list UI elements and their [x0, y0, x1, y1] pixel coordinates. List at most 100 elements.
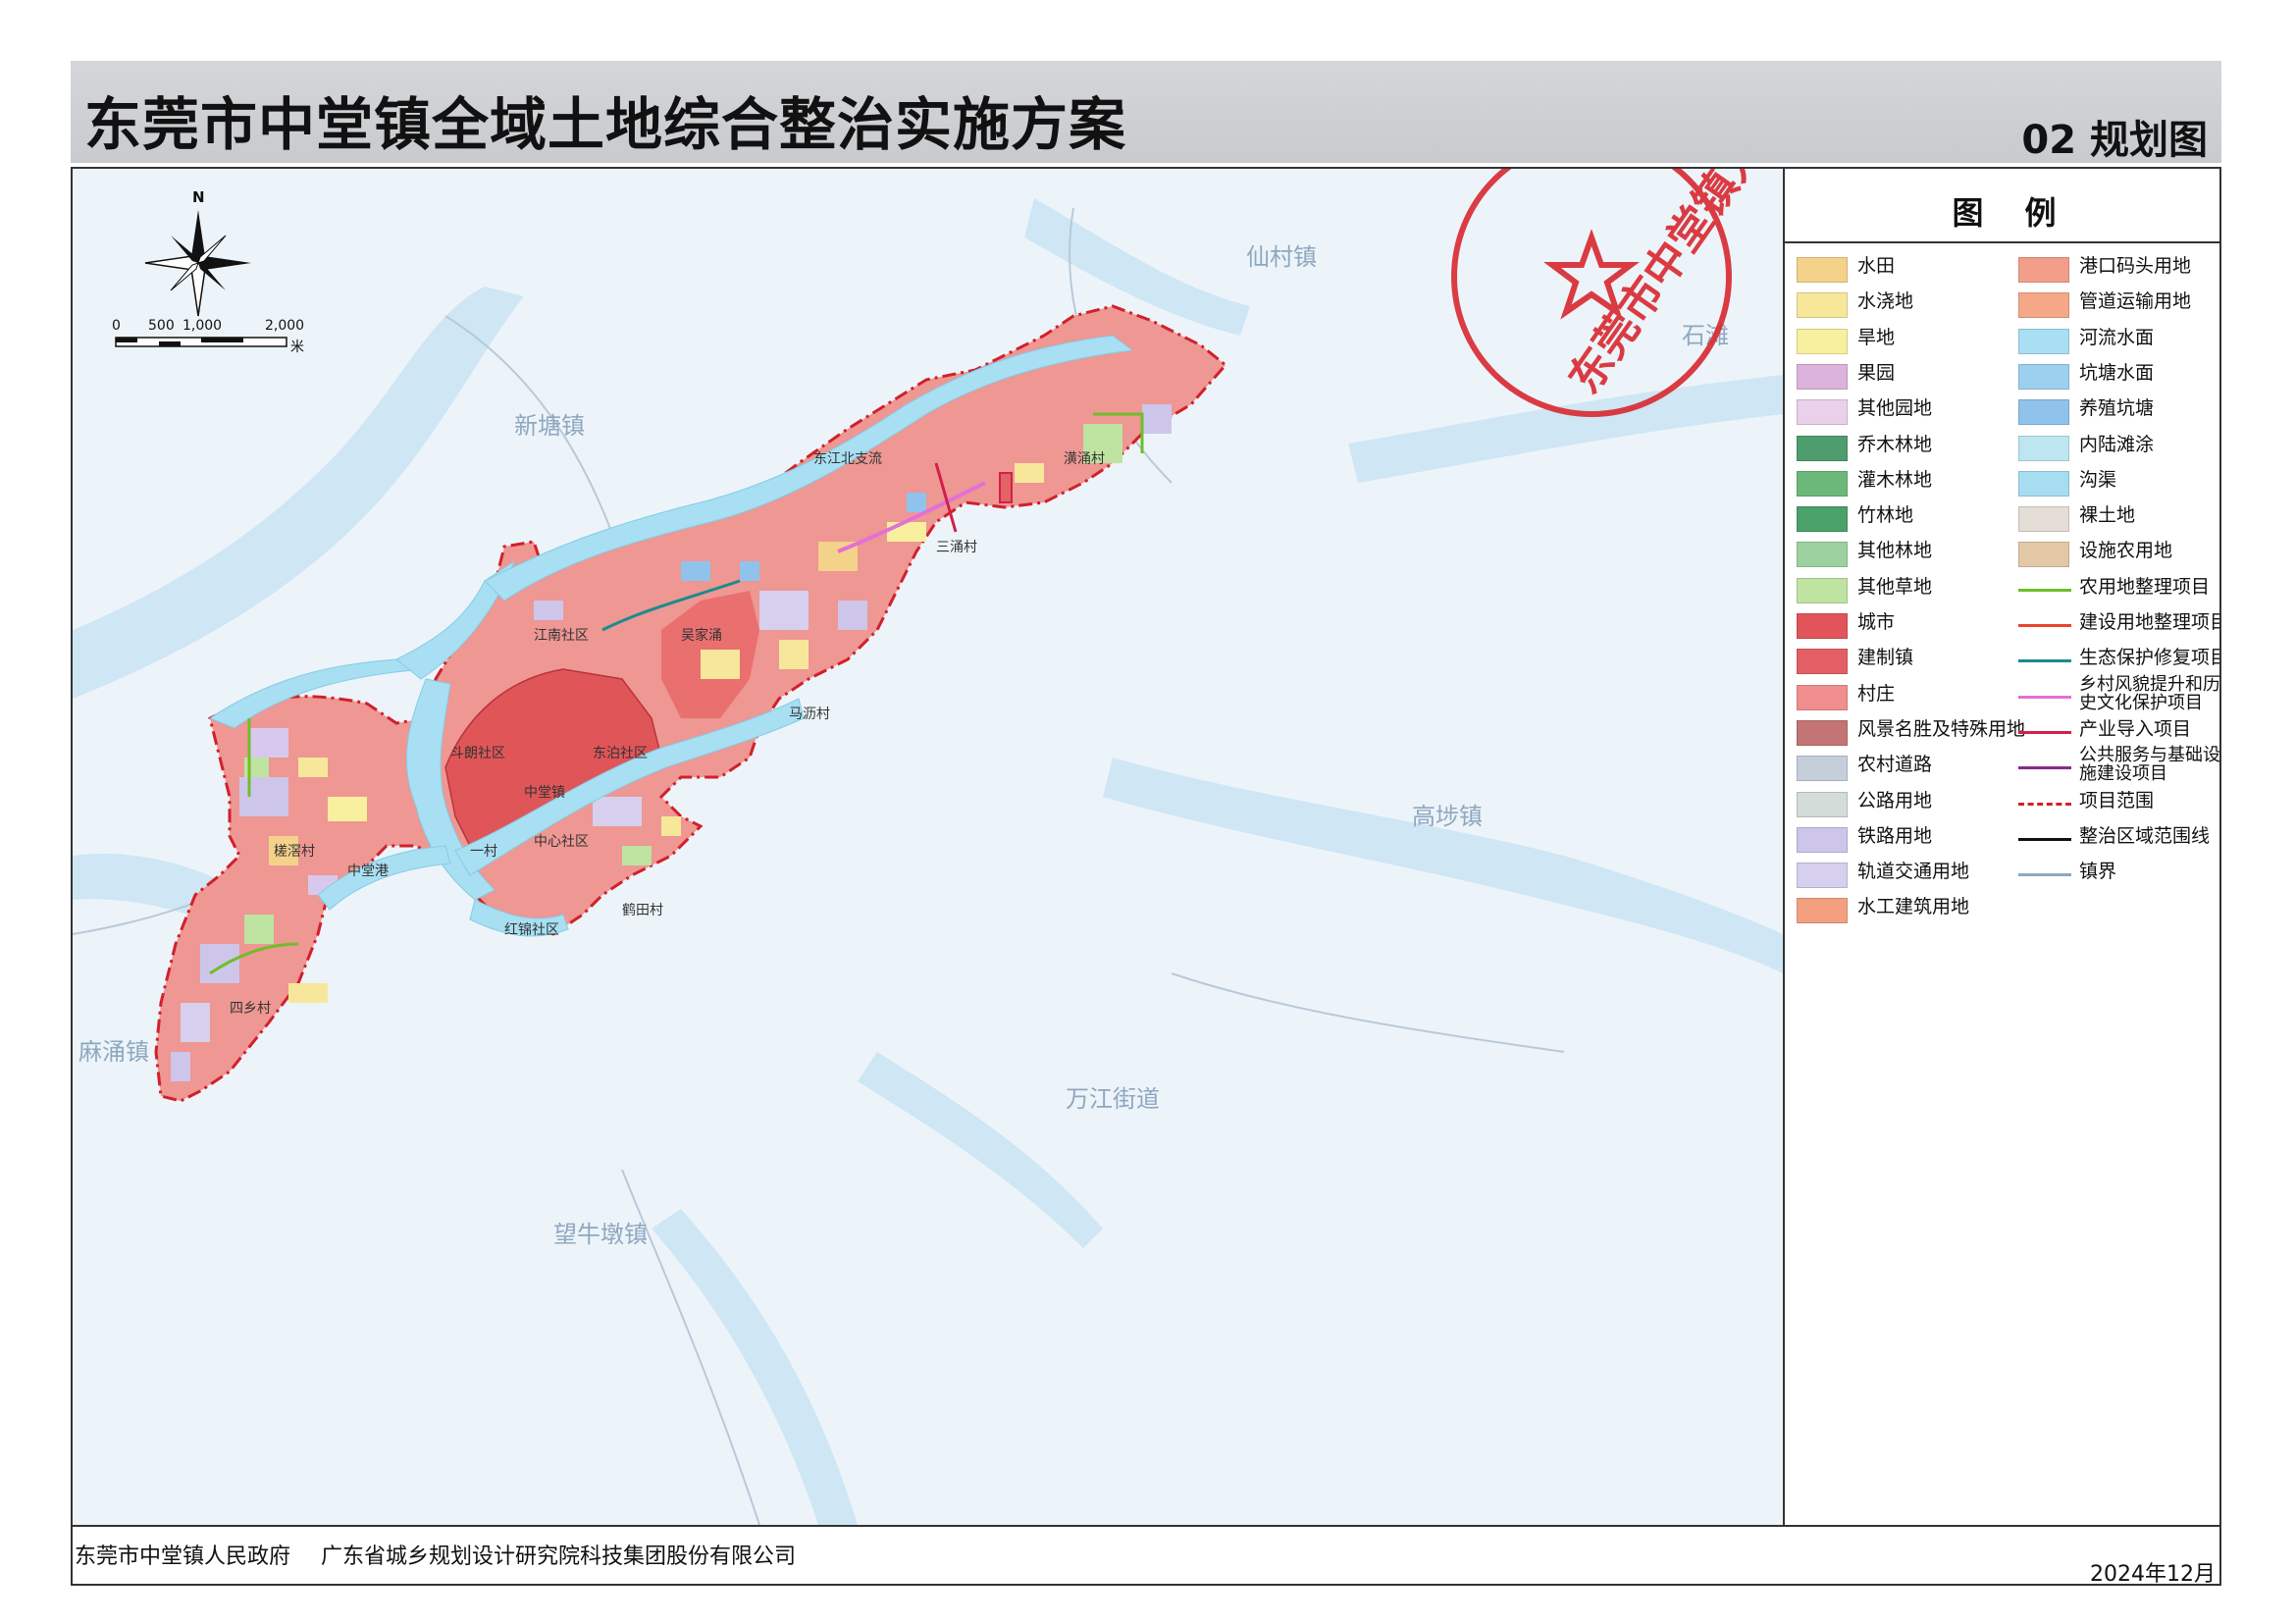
village-label: 三涌村: [936, 540, 977, 555]
village-label: 江南社区: [534, 628, 589, 644]
legend-label: 铁路用地: [1857, 824, 1933, 847]
legend-item: 村庄: [1797, 681, 2003, 710]
village-label: 潢涌村: [1064, 451, 1105, 467]
legend-line-symbol: [2018, 873, 2071, 877]
legend-label: 裸土地: [2079, 504, 2136, 527]
scale-tick-500: 500: [148, 318, 175, 334]
legend-label: 果园: [1857, 361, 1896, 384]
legend-swatch: [1797, 577, 1848, 603]
legend-label: 养殖坑塘: [2079, 397, 2155, 420]
legend-swatch: [1797, 363, 1848, 390]
legend-swatch: [2018, 506, 2069, 533]
legend-item: 内陆滩涂: [2018, 432, 2219, 461]
legend-swatch: [1797, 435, 1848, 461]
legend-label: 乔木林地: [1857, 433, 1933, 455]
legend-label: 管道运输用地: [2079, 290, 2192, 313]
legend-label: 竹林地: [1857, 504, 1914, 527]
legend-item: 乡村风貌提升和历史文化保护项目: [2018, 675, 2219, 712]
legend-label: 城市: [1857, 611, 1896, 633]
town-label-gaobu: 高埗镇: [1412, 803, 1483, 830]
legend-label: 水田: [1857, 255, 1896, 277]
legend-item: 其他草地: [1797, 574, 2003, 603]
footer-org-institute: 广东省城乡规划设计研究院科技集团股份有限公司: [321, 1544, 797, 1569]
legend-item: 风景名胜及特殊用地: [1797, 716, 2025, 746]
legend-swatch: [1797, 257, 1848, 283]
map-canvas[interactable]: 江南社区 东江北支流 东泊社区 斗朗社区 中心社区 槎滘村 中堂港 红锦社区 吴…: [73, 169, 1783, 1525]
map-svg: 江南社区 东江北支流 东泊社区 斗朗社区 中心社区 槎滘村 中堂港 红锦社区 吴…: [73, 169, 1783, 1525]
legend-panel: 图例 水田水浇地旱地果园其他园地乔木林地灌木林地竹林地其他林地其他草地城市建制镇…: [1783, 169, 2221, 1525]
legend-swatch: [1797, 399, 1848, 426]
village-label: 斗朗社区: [450, 746, 505, 761]
legend-item: 公路用地: [1797, 788, 2003, 817]
legend-label: 农村道路: [1857, 754, 1933, 776]
legend-label: 内陆滩涂: [2079, 433, 2155, 455]
legend-item: 铁路用地: [1797, 823, 2003, 853]
town-label-wangniudun: 望牛墩镇: [553, 1221, 648, 1248]
legend-item: 灌木林地: [1797, 467, 2003, 497]
legend-label: 公共服务与基础设施建设项目: [2079, 745, 2220, 785]
legend-label: 乡村风貌提升和历史文化保护项目: [2079, 673, 2220, 713]
footer-date: 2024年12月: [2090, 1562, 2216, 1587]
legend-item: 产业导入项目: [2018, 716, 2219, 746]
legend-swatch: [1797, 506, 1848, 533]
legend-swatch: [2018, 435, 2069, 461]
legend-swatch: [2018, 363, 2069, 390]
legend-line-symbol: [2018, 624, 2071, 627]
legend-item: 养殖坑塘: [2018, 395, 2219, 426]
town-label-wanjiang: 万江街道: [1066, 1085, 1160, 1113]
legend-swatch: [1797, 826, 1848, 853]
legend-line-symbol: [2018, 730, 2071, 734]
legend-label: 镇界: [2079, 861, 2117, 883]
legend-label: 产业导入项目: [2079, 717, 2192, 740]
legend-item: 镇界: [2018, 859, 2219, 888]
village-label: 四乡村: [230, 1001, 271, 1017]
legend-label: 风景名胜及特殊用地: [1857, 717, 2026, 740]
legend-label: 生态保护修复项目: [2079, 647, 2221, 669]
legend-swatch: [1797, 719, 1848, 746]
legend-swatch: [1797, 791, 1848, 817]
village-label: 东泊社区: [593, 746, 648, 761]
legend-item: 果园: [1797, 360, 2003, 390]
legend-label: 其他林地: [1857, 540, 1933, 562]
village-label: 吴家涌: [681, 627, 722, 644]
map-title: 东莞市中堂镇全域土地综合整治实施方案: [84, 91, 1127, 158]
legend-label: 沟渠: [2079, 468, 2117, 491]
legend-swatch: [2018, 542, 2069, 568]
legend-label: 灌木林地: [1857, 468, 1933, 491]
village-label: 中堂港: [347, 864, 389, 879]
scale-unit: 米: [290, 340, 304, 355]
legend-item: 裸土地: [2018, 502, 2219, 533]
sheet-code: 02 规划图: [2021, 118, 2208, 163]
legend-item: 水浇地: [1797, 288, 2003, 319]
legend-label: 公路用地: [1857, 789, 1933, 812]
legend-item: 建制镇: [1797, 645, 2003, 675]
legend-item: 整治区域范围线: [2018, 823, 2219, 853]
legend-item: 水田: [1797, 253, 2003, 283]
village-label: 中心社区: [534, 834, 589, 850]
legend-item: 旱地: [1797, 325, 2003, 354]
scale-tick-2000: 2,000: [265, 318, 304, 334]
legend-line-symbol: [2018, 766, 2071, 770]
legend-swatch: [1797, 542, 1848, 568]
legend-label: 村庄: [1857, 682, 1896, 705]
town-label-machong: 麻涌镇: [78, 1038, 149, 1066]
footer-orgs: 东莞市中堂镇人民政府 广东省城乡规划设计研究院科技集团股份有限公司: [75, 1539, 819, 1570]
legend-label: 其他草地: [1857, 575, 1933, 598]
legend-item: 农用地整理项目: [2018, 574, 2219, 603]
legend-swatch: [1797, 684, 1848, 710]
scale-tick-1000: 1,000: [183, 318, 222, 334]
north-label: N: [192, 188, 205, 206]
legend-item: 坑塘水面: [2018, 360, 2219, 390]
legend-label: 其他园地: [1857, 397, 1933, 420]
legend-swatch: [2018, 470, 2069, 497]
town-label-xintang: 新塘镇: [514, 412, 585, 440]
legend-item: 沟渠: [2018, 467, 2219, 497]
legend-label: 农用地整理项目: [2079, 575, 2211, 598]
village-label: 一村: [470, 844, 497, 860]
legend-label: 水工建筑用地: [1857, 896, 1970, 918]
legend-title: 图例: [1952, 194, 2098, 232]
legend-line-symbol: [2018, 837, 2071, 841]
legend-label: 项目范围: [2079, 789, 2155, 812]
legend-item: 生态保护修复项目: [2018, 645, 2221, 674]
scale-tick-0: 0: [112, 318, 121, 334]
